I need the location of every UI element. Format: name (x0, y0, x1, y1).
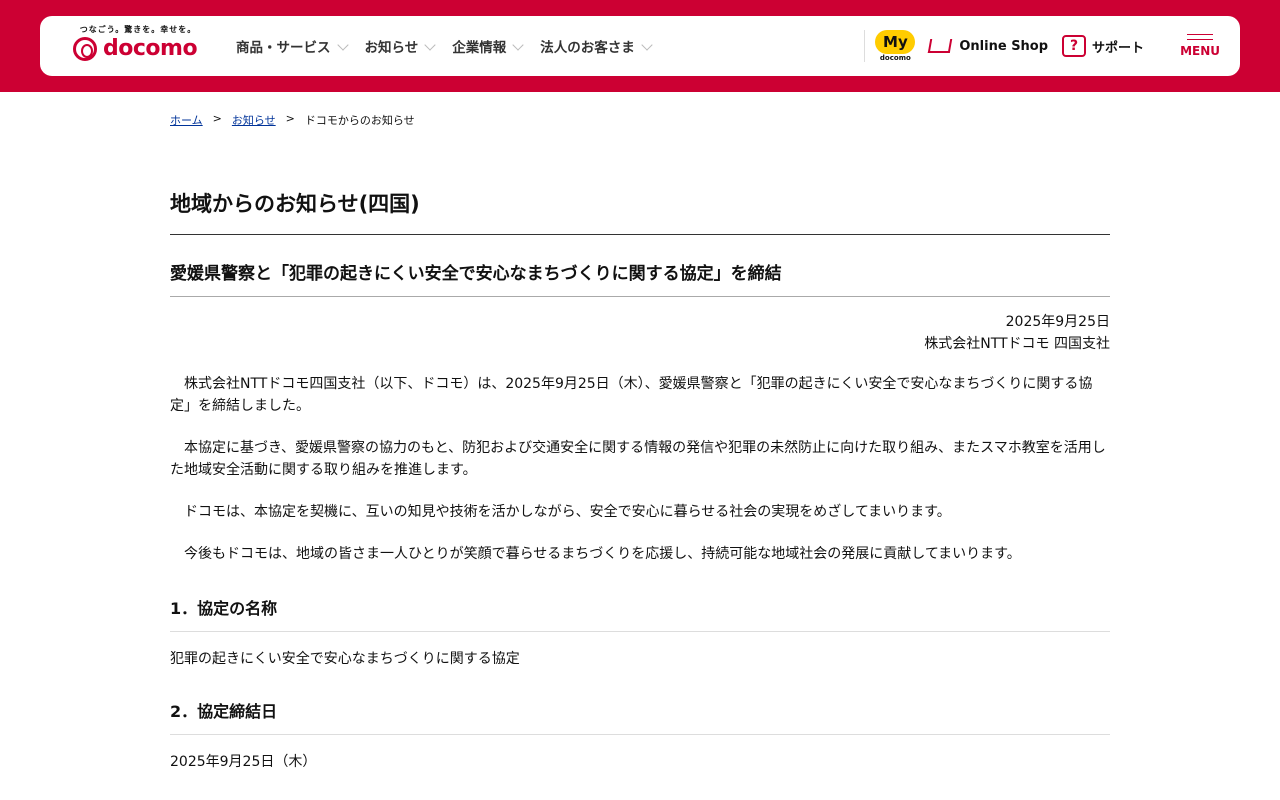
global-nav: 商品・サービス お知らせ 企業情報 法人のお客さま (236, 16, 653, 76)
my-docomo-button[interactable]: My docomo (875, 30, 916, 62)
chevron-down-icon (424, 39, 436, 51)
chevron-down-icon (641, 39, 653, 51)
section-value: 犯罪の起きにくい安全で安心なまちづくりに関する協定 (170, 651, 520, 667)
breadcrumb-news[interactable]: お知らせ (232, 112, 276, 128)
article-title: 愛媛県警察と「犯罪の起きにくい安全で安心なまちづくりに関する協定」を締結 (170, 259, 1110, 297)
my-docomo-icon: My (875, 30, 916, 54)
section-value: 2025年9月25日（木） (170, 754, 317, 770)
breadcrumb-home[interactable]: ホーム (170, 112, 203, 128)
nav-products[interactable]: 商品・サービス (236, 36, 349, 56)
tagline: つなごう。驚きを。幸せを。 (79, 25, 197, 34)
online-shop-link[interactable]: Online Shop (928, 38, 1049, 54)
nav-news[interactable]: お知らせ (365, 36, 436, 56)
paragraph: 本協定に基づき、愛媛県警察の協力のもと、防犯および交通安全に関する情報の発信や犯… (170, 440, 1106, 478)
header-bar: つなごう。驚きを。幸せを。 docomo 商品・サービス お知らせ 企業情報 法… (40, 16, 1240, 76)
menu-label: MENU (1180, 44, 1220, 58)
docomo-logo[interactable]: つなごう。驚きを。幸せを。 docomo (73, 24, 203, 61)
article-org: 株式会社NTTドコモ 四国支社 (924, 336, 1110, 352)
article-date: 2025年9月25日 (1005, 314, 1110, 330)
chevron-down-icon (512, 39, 524, 51)
docomo-ring-icon (73, 37, 97, 61)
paragraph: 株式会社NTTドコモ四国支社（以下、ドコモ）は、2025年9月25日（木）、愛媛… (170, 376, 1093, 414)
hamburger-icon (1187, 34, 1214, 35)
support-label: サポート (1092, 40, 1145, 56)
page-title: 地域からのお知らせ(四国) (170, 188, 1110, 235)
section-heading: 1．協定の名称 (170, 595, 1110, 632)
nav-corporate[interactable]: 企業情報 (452, 36, 524, 56)
chevron-down-icon (336, 39, 349, 51)
paragraph: 今後もドコモは、地域の皆さま一人ひとりが笑顔で暮らせるまちづくりを応援し、持続可… (184, 546, 1021, 562)
nav-business[interactable]: 法人のお客さま (540, 36, 653, 56)
divider (864, 30, 866, 62)
support-question-icon: ? (1062, 35, 1087, 57)
online-shop-label: Online Shop (959, 38, 1049, 54)
site-header: つなごう。驚きを。幸せを。 docomo 商品・サービス お知らせ 企業情報 法… (0, 0, 1280, 92)
menu-button[interactable]: MENU (1180, 34, 1220, 58)
paragraph: ドコモは、本協定を契機に、互いの知見や技術を活かしながら、安全で安心に暮らせる社… (184, 504, 951, 520)
support-link[interactable]: ? サポート (1062, 35, 1144, 57)
breadcrumb-current: ドコモからのお知らせ (304, 114, 415, 127)
cart-icon (928, 39, 953, 53)
brand-name: docomo (103, 36, 198, 61)
my-docomo-sub: docomo (879, 54, 911, 62)
section-heading: 2．協定締結日 (170, 698, 1110, 735)
breadcrumb: ホーム > お知らせ > ドコモからのお知らせ (170, 112, 415, 128)
